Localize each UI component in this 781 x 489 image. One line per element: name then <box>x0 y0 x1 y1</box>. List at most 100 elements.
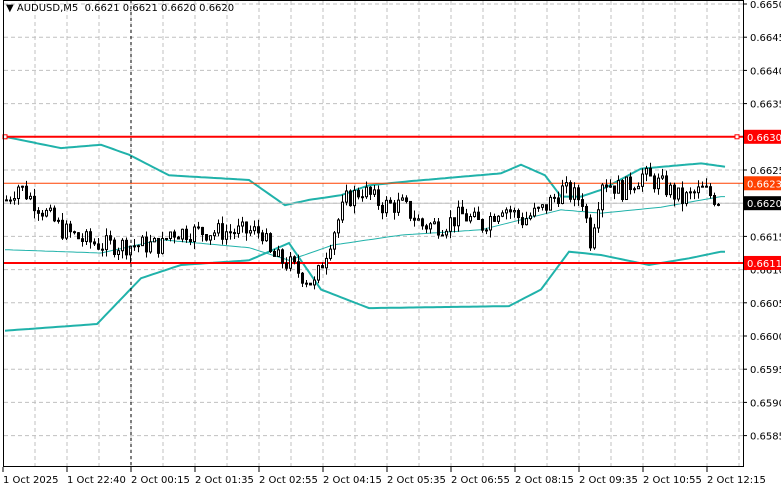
candle-bear <box>649 167 652 177</box>
candle-bear <box>521 217 524 226</box>
x-tick-label: 1 Oct 2025 <box>3 475 58 486</box>
y-tick-label: 0.6640 <box>750 66 781 77</box>
candle-bull <box>497 215 500 222</box>
current-price-tag: 0.6620 <box>747 199 781 210</box>
candle-bull <box>265 233 268 242</box>
candle-bear <box>309 282 312 286</box>
candle-bear <box>93 241 96 245</box>
candle-bull <box>597 209 600 229</box>
y-tick-label: 0.6645 <box>750 33 781 44</box>
candle-bull <box>313 279 316 286</box>
candle-bear <box>269 233 272 252</box>
y-tick-label: 0.6605 <box>750 299 781 310</box>
candle-bear <box>405 197 408 202</box>
candle-bear <box>493 215 496 222</box>
dropdown-triangle-icon[interactable]: ▼ <box>6 3 17 14</box>
candle-bull <box>241 221 244 227</box>
candle-bull <box>561 185 564 205</box>
candle-bear <box>221 223 224 240</box>
x-tick-label: 2 Oct 04:15 <box>323 475 382 486</box>
candle-bull <box>161 237 164 254</box>
candle-bull <box>525 218 528 226</box>
candle-bull <box>645 167 648 175</box>
candle-bull <box>325 257 328 269</box>
candle-bear <box>509 209 512 213</box>
candle-bull <box>641 173 644 187</box>
candle-bear <box>613 185 616 194</box>
candle-bear <box>621 180 624 201</box>
candle-bull <box>573 187 576 200</box>
candle-bull <box>13 198 16 201</box>
candle-bull <box>21 185 24 188</box>
candle-bull <box>149 241 152 253</box>
candle-bear <box>113 239 116 256</box>
candle-bull <box>677 187 680 200</box>
candle-bear <box>185 228 188 241</box>
candle-bull <box>181 228 184 240</box>
candle-bear <box>233 232 236 235</box>
candle-bull <box>225 231 228 240</box>
candle-bull <box>489 215 492 231</box>
candle-bull <box>137 245 140 248</box>
candle-bull <box>541 204 544 208</box>
candle-bear <box>713 195 716 205</box>
symbol-label: AUDUSD,M5 <box>16 3 79 14</box>
candle-bear <box>301 272 304 284</box>
candle-bear <box>569 182 572 200</box>
level-anchor <box>734 134 740 140</box>
candle-bear <box>9 199 12 202</box>
candle-bull <box>565 182 568 187</box>
candle-bull <box>341 201 344 221</box>
candle-bull <box>17 186 20 200</box>
candle-bear <box>705 185 708 188</box>
candle-bull <box>549 196 552 211</box>
candle-bull <box>121 239 124 252</box>
price-axis[interactable]: 0.66500.66450.66400.66350.66300.66250.66… <box>743 0 781 443</box>
candle-bull <box>457 206 460 227</box>
candle-bull <box>473 211 476 218</box>
candle-bull <box>361 196 364 199</box>
candle-bear <box>297 261 300 274</box>
candle-bull <box>49 207 52 211</box>
candle-bear <box>717 203 720 206</box>
ohlc-values: 0.6621 0.6621 0.6620 0.6620 <box>84 3 235 14</box>
candle-bull <box>85 231 88 242</box>
candle-bear <box>177 236 180 240</box>
candle-bull <box>537 206 540 209</box>
x-tick-label: 2 Oct 01:35 <box>195 475 254 486</box>
candle-bear <box>73 231 76 234</box>
candle-bull <box>669 184 672 196</box>
candle-bull <box>385 199 388 214</box>
candle-bear <box>189 239 192 243</box>
candle-bull <box>449 217 452 232</box>
candle-bull <box>417 218 420 221</box>
candle-bear <box>589 217 592 249</box>
x-tick-label: 2 Oct 12:15 <box>707 475 766 486</box>
candle-bull <box>445 230 448 236</box>
time-axis[interactable]: 1 Oct 2025 1 Oct 22:40 2 Oct 00:15 2 Oct 01… <box>2 467 766 486</box>
candle-bear <box>581 199 584 207</box>
candle-bear <box>197 226 200 229</box>
candle-bear <box>273 250 276 257</box>
candle-bear <box>261 232 264 242</box>
price-chart[interactable]: 0.66500.66450.66400.66350.66300.66250.66… <box>0 0 781 489</box>
candle-bear <box>465 213 468 222</box>
candle-bull <box>633 188 636 191</box>
candle-bull <box>337 219 340 234</box>
x-tick-label: 2 Oct 02:55 <box>259 475 318 486</box>
candle-bull <box>253 226 256 232</box>
candle-bear <box>97 243 100 250</box>
price-tag-0.6611: 0.6611 <box>747 259 781 270</box>
grid <box>4 1 743 466</box>
candle-bull <box>593 227 596 249</box>
candle-bear <box>461 206 464 215</box>
candle-bear <box>477 211 480 221</box>
candle-bull <box>601 184 604 211</box>
candle-bear <box>357 189 360 198</box>
candle-bear <box>285 262 288 269</box>
candle-bear <box>681 187 684 205</box>
candle-bear <box>393 202 396 213</box>
x-tick-label: 2 Oct 10:55 <box>643 475 702 486</box>
candle-bear <box>673 184 676 200</box>
candle-bear <box>349 190 352 207</box>
